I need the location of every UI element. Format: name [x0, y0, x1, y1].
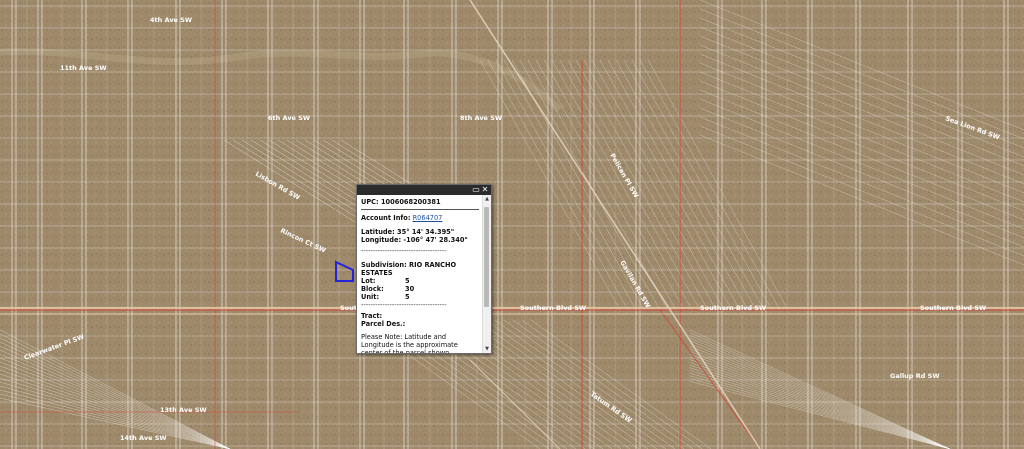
street-label: Gallup Rd SW [890, 372, 940, 380]
parcel-map[interactable]: 4th Ave SW6th Ave SW 8th Ave SWLisbon Rd … [0, 0, 1024, 449]
upc-row: UPC: 1006068200381 [361, 198, 479, 206]
block-value: 30 [405, 285, 415, 293]
tract-label: Tract: [361, 312, 383, 320]
latitude-label: Latitude: [361, 228, 395, 236]
street-label-text: 8th Ave SW [460, 114, 502, 122]
scroll-thumb[interactable] [484, 207, 489, 307]
street-label: Southern Blvd SW [700, 304, 766, 312]
popup-titlebar[interactable]: ▭ ✕ [357, 185, 491, 195]
lot-row: Lot: 5 [361, 277, 479, 285]
street-label: 14th Ave SW [120, 434, 167, 442]
street-label: 11th Ave SW [60, 64, 107, 72]
longitude-value: -106° 47' 28.340" [403, 236, 468, 244]
upc-label: UPC: [361, 198, 379, 206]
latitude-row: Latitude: 35° 14' 34.395" [361, 228, 479, 236]
upc-value: 1006068200381 [380, 198, 441, 206]
account-row: Account Info: R064707 [361, 214, 479, 222]
street-label-text: 6th Ave SW [268, 114, 310, 122]
block-label: Block: [361, 285, 384, 293]
street-label-text: 13th Ave SW [160, 406, 207, 414]
street-label-text: 4th Ave SW [150, 16, 192, 24]
lot-value: 5 [405, 277, 410, 285]
street-label-text: Southern Blvd SW [700, 304, 766, 312]
street-label: 8th Ave SW [460, 114, 502, 122]
dash-separator: ------------------------------------ [361, 301, 447, 309]
terrain-background [0, 0, 1024, 449]
popup-scrollbar[interactable]: ▲ ▼ [482, 195, 491, 353]
street-label: 4th Ave SW [150, 16, 192, 24]
divider [361, 209, 479, 210]
street-label: 6th Ave SW [268, 114, 310, 122]
scroll-up-icon[interactable]: ▲ [483, 196, 491, 202]
tract-row: Tract: [361, 312, 479, 320]
scroll-down-icon[interactable]: ▼ [483, 346, 491, 352]
longitude-label: Longitude: [361, 236, 402, 244]
subdivision-row: Subdivision: RIO RANCHO ESTATES [361, 261, 479, 277]
close-icon[interactable]: ✕ [481, 186, 489, 194]
latitude-value: 35° 14' 34.395" [397, 228, 455, 236]
lot-label: Lot: [361, 277, 376, 285]
disclaimer-note: Please Note: Latitude and Longitude is t… [361, 333, 458, 353]
account-label: Account Info: [361, 214, 411, 222]
account-link[interactable]: R064707 [413, 214, 443, 222]
street-label: Southern Blvd SW [920, 304, 986, 312]
street-label-text: 11th Ave SW [60, 64, 107, 72]
parcel-des-label: Parcel Des.: [361, 320, 406, 328]
subdivision-label: Subdivision: [361, 261, 407, 269]
longitude-row: Longitude: -106° 47' 28.340" [361, 236, 479, 244]
street-label: Southern Blvd SW [520, 304, 586, 312]
street-label-text: 14th Ave SW [120, 434, 167, 442]
block-row: Block: 30 [361, 285, 479, 293]
street-label-text: Gallup Rd SW [890, 372, 940, 380]
unit-label: Unit: [361, 293, 380, 301]
parcel-info-popup: ▭ ✕ UPC: 1006068200381 Account Info: R06… [356, 184, 492, 354]
maximize-icon[interactable]: ▭ [472, 186, 480, 194]
street-label: 13th Ave SW [160, 406, 207, 414]
street-label-text: Southern Blvd SW [520, 304, 586, 312]
unit-value: 5 [405, 293, 410, 301]
dash-separator: ------------------------------------ [361, 247, 447, 255]
street-label-text: Southern Blvd SW [920, 304, 986, 312]
unit-row: Unit: 5 [361, 293, 479, 301]
popup-body: UPC: 1006068200381 Account Info: R064707… [357, 195, 483, 353]
parcel-des-row: Parcel Des.: [361, 320, 479, 328]
